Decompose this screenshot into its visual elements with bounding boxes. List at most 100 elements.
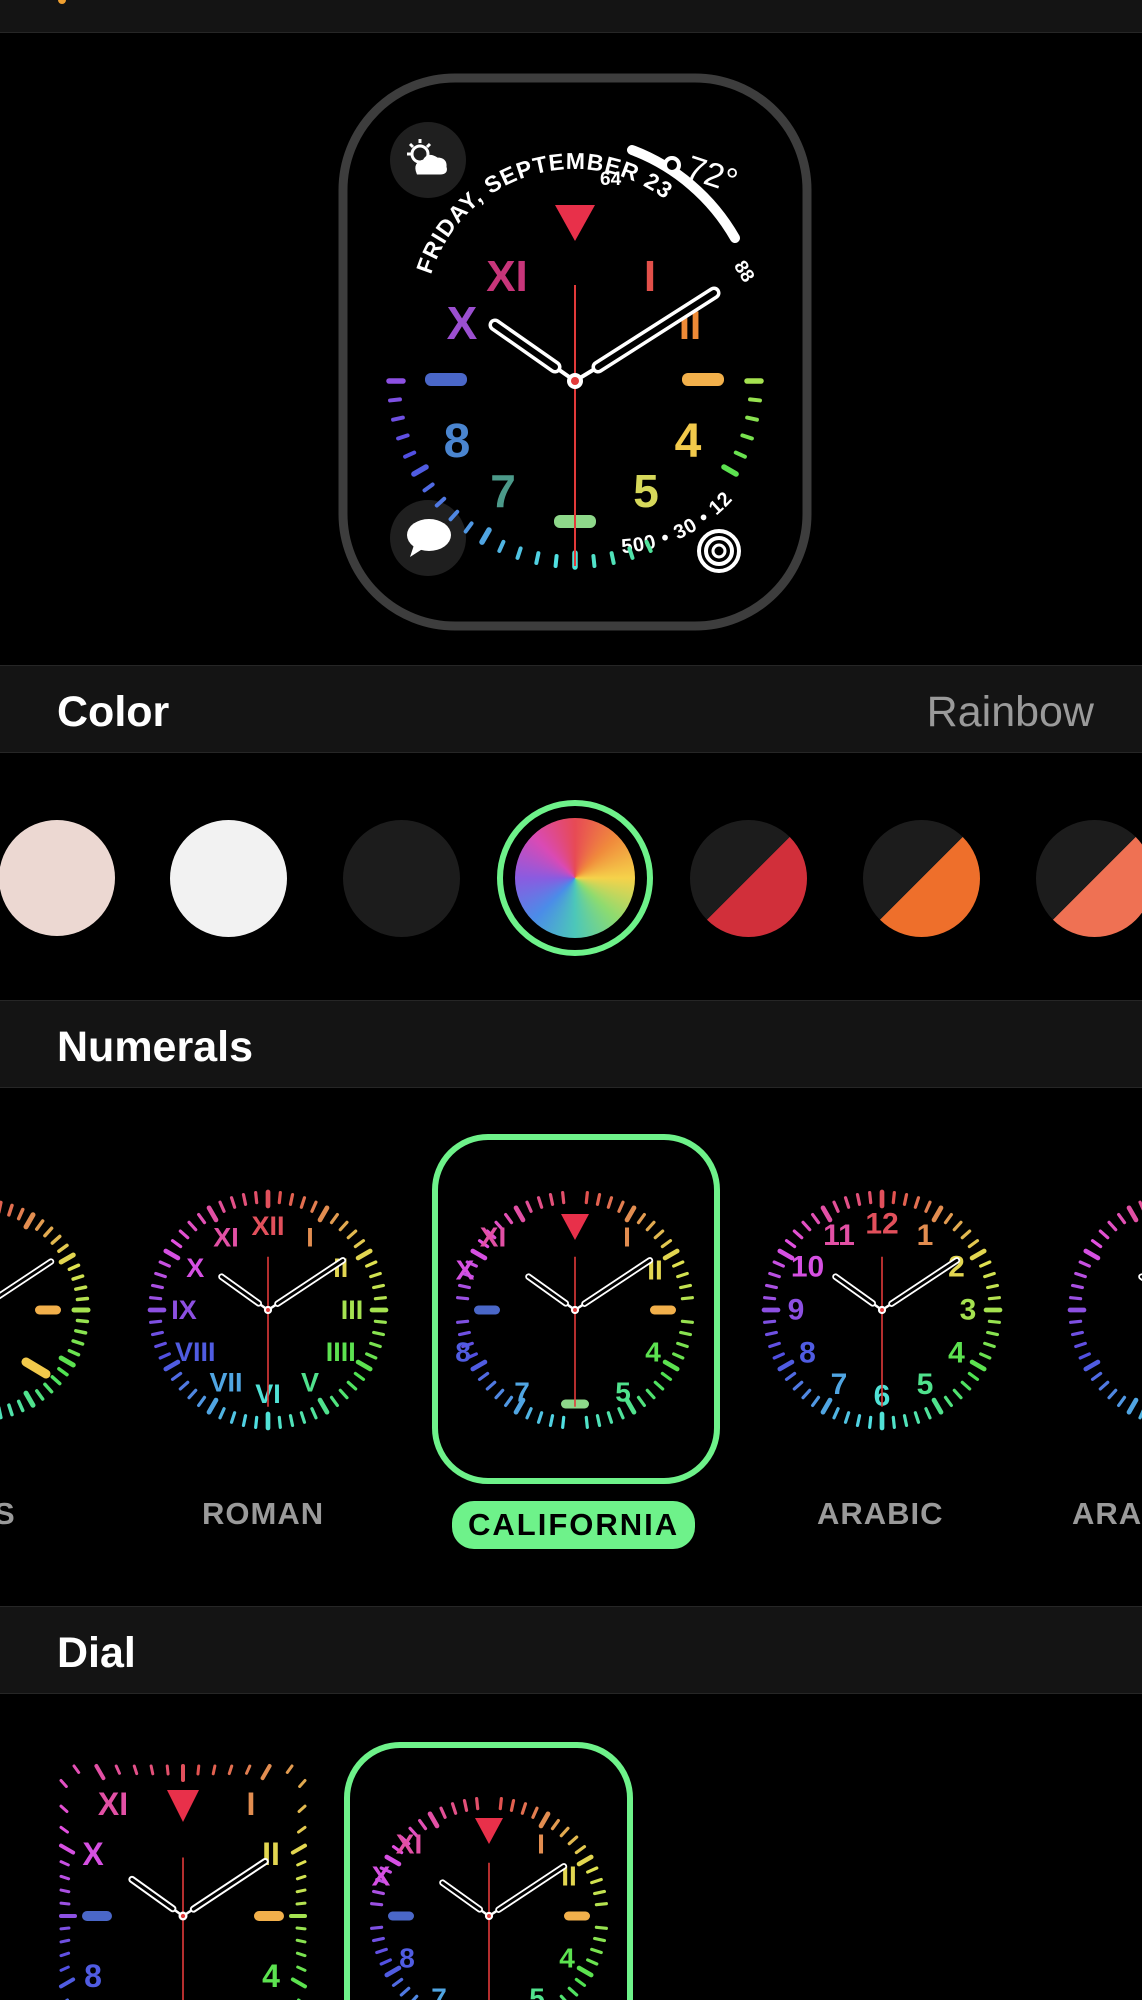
dial-tick [338, 1220, 349, 1232]
dial-tick [384, 1965, 402, 1978]
dial-numeral: XI [396, 1829, 422, 1860]
dial-tick [94, 1764, 106, 1781]
swatch-black[interactable] [343, 820, 460, 937]
dial-tick [672, 1260, 685, 1268]
dial-tick [365, 1352, 378, 1360]
dial-tick [660, 1239, 673, 1249]
numeral-label-arabic[interactable]: ARABIC [817, 1496, 944, 1532]
numeral-style-roman[interactable]: XII IIIIIIIIIIVVIVIIVIIIIXXXI [147, 1189, 389, 1431]
dial-tick [574, 1977, 587, 1987]
dial-tick [371, 1889, 385, 1896]
dial-tick [536, 1196, 544, 1209]
swatch-blush[interactable] [0, 820, 115, 936]
dial-numeral: III [341, 1295, 364, 1325]
dial-tick [196, 1764, 201, 1776]
dial-numeral: VII [209, 1368, 242, 1398]
dial-tick [369, 1341, 382, 1349]
dial-tick [772, 1352, 785, 1360]
dial-tick [1117, 1212, 1127, 1225]
nine-marker [425, 373, 467, 386]
dial-tick [295, 1901, 307, 1906]
color-section-header[interactable]: Color Rainbow [0, 665, 1142, 753]
dial-tick [43, 1382, 54, 1394]
dial-tick [59, 1938, 71, 1944]
dial-tick [952, 1388, 963, 1400]
dial-numeral: I [306, 1222, 314, 1252]
dial-tick [391, 1977, 404, 1987]
dial-tick [299, 1411, 307, 1424]
numeral-style-partial-left[interactable] [0, 1200, 91, 1420]
dial-fullscreen[interactable]: XI IX II8 4 [59, 1764, 307, 2000]
hand-pivot-center [573, 1308, 577, 1312]
numeral-style-arabic[interactable]: 12 1234567891011 [761, 1189, 1003, 1431]
dial-numeral: XI [98, 1786, 128, 1822]
dial-tick [576, 1854, 594, 1867]
dial-tick [548, 1192, 555, 1206]
dial-tick [254, 1415, 259, 1429]
dial-numeral: I [537, 1829, 545, 1860]
numeral-label-california[interactable]: CALIFORNIA [452, 1501, 696, 1549]
numeral-style-california[interactable]: XI IX II8 47 5 [455, 1191, 694, 1429]
dial-tick [427, 1811, 440, 1829]
dial-tick [594, 1902, 608, 1907]
dial-tick [58, 1252, 76, 1265]
dial-tick [1083, 1359, 1101, 1372]
numerals-label: Numerals [57, 1023, 253, 1071]
dial-tick [59, 1926, 71, 1931]
dial-tick [477, 1371, 490, 1381]
dial-tick [960, 1380, 972, 1391]
dial-tick [763, 1319, 777, 1324]
dial-tick [1107, 1388, 1118, 1400]
dial-tick [470, 1359, 488, 1372]
dial-tick [987, 1319, 1001, 1324]
swatch-orange[interactable] [863, 820, 980, 937]
dial-tick [617, 1407, 625, 1420]
hour-bar [474, 1305, 500, 1315]
numeral-style-arabic-indic-partial[interactable] [1067, 1192, 1142, 1428]
dial-style-picker[interactable]: XI I X II 8 4 XI I X II 8 4 7 5 [0, 1696, 1142, 2000]
numeral-label-arabic-indic[interactable]: ARA [1072, 1496, 1142, 1532]
dial-tick [868, 1415, 873, 1429]
dial-tick [0, 1406, 3, 1420]
dial-tick [72, 1764, 81, 1774]
dial-tick [768, 1271, 781, 1279]
swatch-coral[interactable] [1036, 820, 1142, 937]
dial-circular[interactable]: XI IX II8 47 5 [370, 1797, 608, 2000]
dial-tick [504, 1212, 514, 1225]
numeral-x: X [447, 297, 478, 349]
numeral-label-roman[interactable]: ROMAN [202, 1496, 324, 1532]
numeral-label-partial[interactable]: S [0, 1496, 16, 1532]
dial-tick [329, 1212, 339, 1225]
dial-tick [1098, 1229, 1110, 1240]
dial-tick [538, 1811, 551, 1829]
dial-numeral: IX [171, 1295, 197, 1325]
dial-tick [317, 1397, 330, 1415]
dial-tick [16, 1399, 25, 1413]
dial-tick [931, 1397, 944, 1415]
color-swatch-picker[interactable] [0, 756, 1142, 1000]
dial-tick [576, 1965, 594, 1978]
dial-tick [165, 1764, 170, 1776]
dial-tick [338, 1388, 349, 1400]
dial-tick [355, 1248, 373, 1261]
dial-tick [943, 1212, 953, 1225]
dial-tick [591, 554, 597, 568]
dial-tick [149, 1319, 163, 1324]
dial-tick [843, 1196, 851, 1209]
dial-numeral: 7 [431, 1983, 447, 2000]
swatch-red[interactable] [690, 820, 807, 937]
dial-numeral: I [247, 1786, 256, 1822]
dial-tick [536, 1411, 544, 1424]
dial-tick [513, 1205, 526, 1223]
numerals-style-picker[interactable]: XII I II III IIII V VI VII VIII IX X XI XI I X II 8 4 7 5 … [0, 1090, 1142, 1606]
swatch-rainbow[interactable] [515, 818, 635, 938]
dial-tick [1090, 1371, 1103, 1381]
dial-tick [218, 1200, 226, 1213]
dial-tick [764, 1330, 778, 1337]
dial-tick [902, 1414, 909, 1428]
dial-tick [645, 1220, 656, 1232]
dial-numeral: 4 [262, 1958, 280, 1994]
dial-tick [457, 1283, 471, 1290]
dial-tick [197, 1395, 207, 1408]
swatch-white[interactable] [170, 820, 287, 937]
